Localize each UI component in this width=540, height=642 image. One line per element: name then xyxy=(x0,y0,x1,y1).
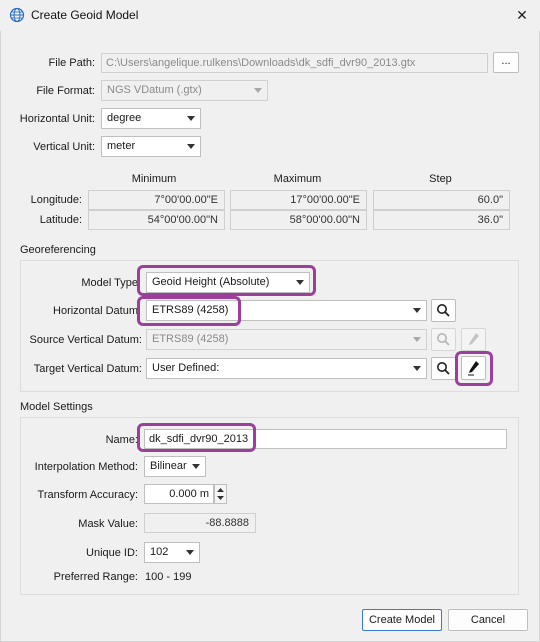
chevron-down-icon xyxy=(254,88,262,93)
horizontal-unit-value: degree xyxy=(107,112,142,124)
search-icon xyxy=(437,304,450,317)
name-highlight xyxy=(137,423,256,452)
chevron-down-icon xyxy=(186,550,194,555)
interpolation-select[interactable]: Bilinear xyxy=(144,456,206,477)
target-datum-edit-highlight xyxy=(455,351,493,386)
source-vertical-datum-value: ETRS89 (4258) xyxy=(152,333,229,345)
pen-icon xyxy=(469,333,479,345)
accuracy-input[interactable]: 0.000 m xyxy=(144,484,214,504)
model-settings-title: Model Settings xyxy=(20,401,93,413)
search-icon xyxy=(437,333,450,346)
vertical-unit-value: meter xyxy=(107,140,136,152)
model-type-label: Model Type xyxy=(81,277,138,289)
source-datum-edit-button xyxy=(461,328,486,351)
source-datum-search-button xyxy=(431,328,456,351)
chevron-down-icon xyxy=(192,464,200,469)
unique-id-value: 102 xyxy=(150,546,169,558)
latitude-label: Latitude: xyxy=(39,214,82,226)
chevron-down-icon xyxy=(413,366,421,371)
latitude-max-field: 58°00'00.00"N xyxy=(230,210,367,230)
chevron-down-icon xyxy=(187,116,195,121)
latitude-min-field: 54°00'00.00"N xyxy=(88,210,225,230)
file-format-select: NGS VDatum (.gtx) xyxy=(101,80,268,101)
file-path-field: C:\Users\angelique.rulkens\Downloads\dk_… xyxy=(101,53,488,73)
search-icon xyxy=(437,362,450,375)
browse-button[interactable]: ... xyxy=(493,52,519,73)
close-button[interactable]: ✕ xyxy=(508,3,536,27)
target-vertical-datum-value: User Defined: xyxy=(152,362,220,374)
create-model-button[interactable]: Create Model xyxy=(362,609,442,631)
longitude-max-field: 17°00'00.00"E xyxy=(230,190,367,210)
chevron-down-icon xyxy=(413,308,421,313)
horizontal-datum-search-button[interactable] xyxy=(431,299,456,322)
horizontal-datum-label: Horizontal Datum xyxy=(53,305,138,317)
source-vertical-datum-select: ETRS89 (4258) xyxy=(146,329,427,350)
max-header: Maximum xyxy=(273,173,322,185)
source-vertical-datum-label: Source Vertical Datum: xyxy=(29,334,143,346)
accuracy-spinner[interactable] xyxy=(214,484,227,504)
mask-value-field: -88.8888 xyxy=(144,513,256,533)
file-path-label: File Path: xyxy=(48,57,95,69)
target-vertical-datum-select[interactable]: User Defined: xyxy=(146,358,427,379)
vertical-unit-label: Vertical Unit: xyxy=(33,141,95,153)
file-format-value: NGS VDatum (.gtx) xyxy=(107,84,202,96)
horizontal-unit-label: Horizontal Unit: xyxy=(19,113,95,125)
unique-id-select[interactable]: 102 xyxy=(144,542,200,563)
min-header: Minimum xyxy=(131,173,177,185)
window-title: Create Geoid Model xyxy=(31,8,139,22)
globe-icon xyxy=(9,7,25,23)
unique-id-label: Unique ID: xyxy=(86,547,138,559)
cancel-button[interactable]: Cancel xyxy=(448,609,528,631)
model-type-highlight xyxy=(137,265,316,296)
longitude-min-field: 7°00'00.00"E xyxy=(88,190,225,210)
file-format-label: File Format: xyxy=(36,85,95,97)
horizontal-unit-select[interactable]: degree xyxy=(101,108,201,129)
step-header: Step xyxy=(429,173,452,185)
accuracy-label: Transform Accuracy: xyxy=(37,489,138,501)
preferred-range-label: Preferred Range: xyxy=(53,571,138,583)
spinner-arrows-icon xyxy=(217,488,224,500)
longitude-label: Longitude: xyxy=(30,194,82,206)
interpolation-value: Bilinear xyxy=(150,460,187,472)
horizontal-datum-highlight xyxy=(137,296,241,326)
target-datum-search-button[interactable] xyxy=(431,357,456,380)
georeferencing-title: Georeferencing xyxy=(20,244,96,256)
preferred-range-value: 100 - 199 xyxy=(145,571,192,583)
interpolation-label: Interpolation Method: xyxy=(34,461,138,473)
chevron-down-icon xyxy=(413,337,421,342)
latitude-step-field: 36.0" xyxy=(373,210,510,230)
mask-value-label: Mask Value: xyxy=(78,518,138,530)
name-label: Name: xyxy=(105,434,138,446)
chevron-down-icon xyxy=(187,144,195,149)
vertical-unit-select[interactable]: meter xyxy=(101,136,201,157)
longitude-step-field: 60.0" xyxy=(373,190,510,210)
target-vertical-datum-label: Target Vertical Datum: xyxy=(33,363,142,375)
